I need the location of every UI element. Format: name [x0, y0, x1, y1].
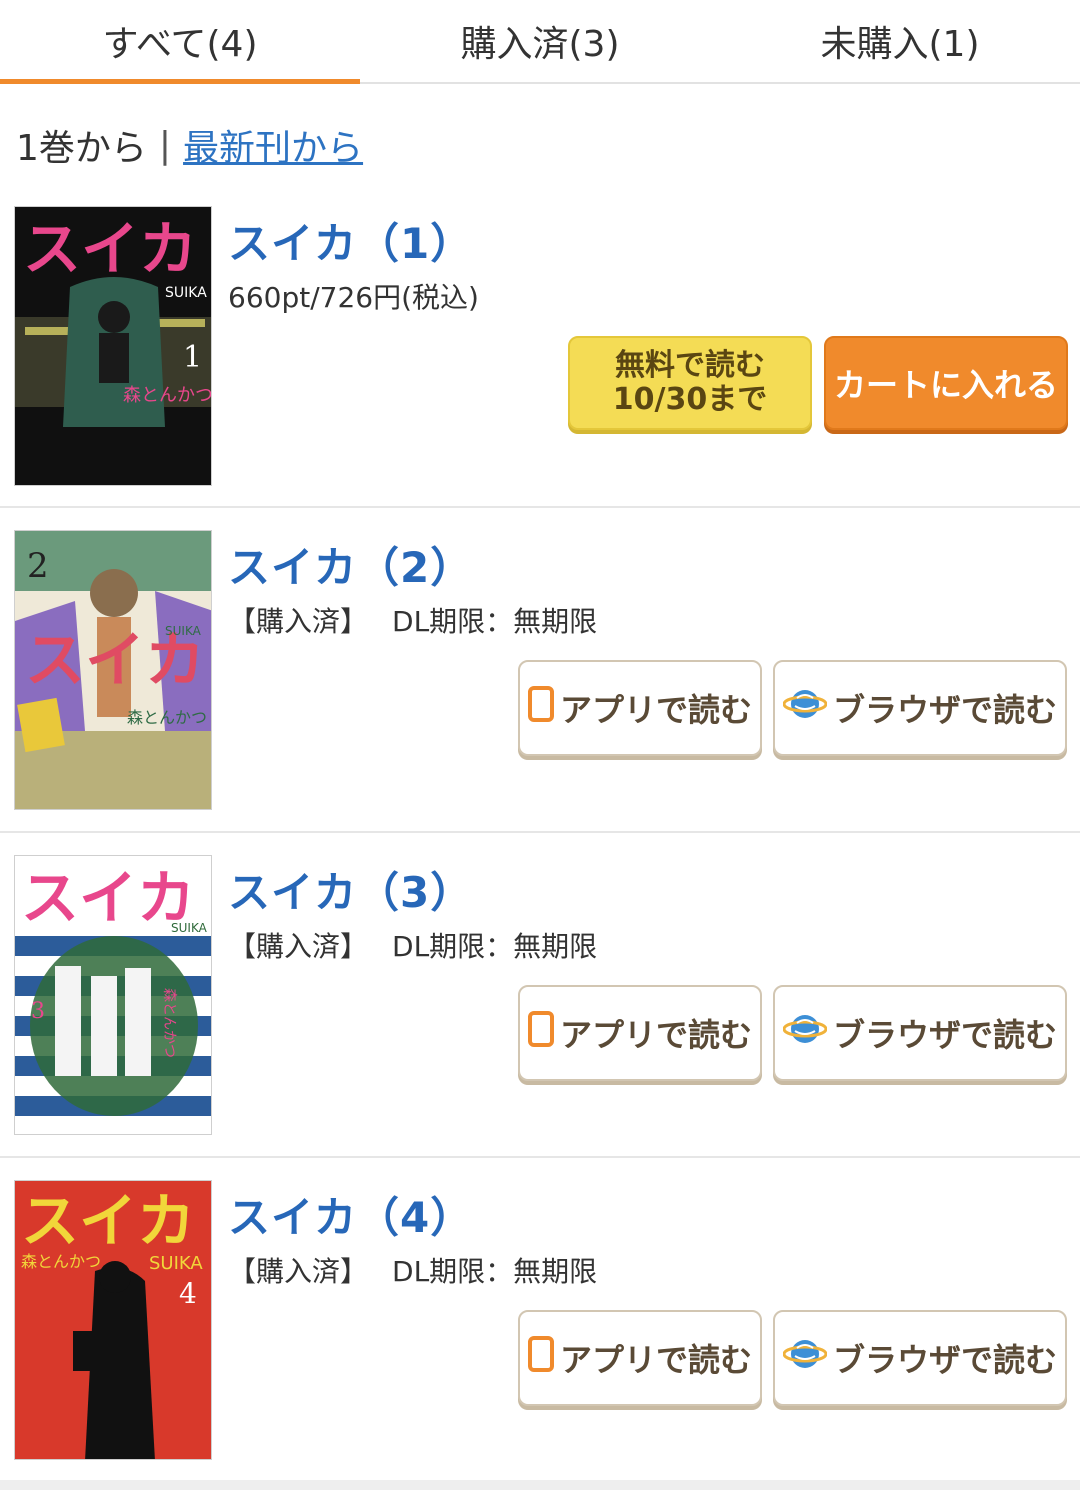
svg-text:森とんかつ: 森とんかつ — [161, 988, 177, 1058]
read-in-app-label: アプリで読む — [559, 691, 752, 729]
svg-text:1: 1 — [183, 340, 202, 375]
add-to-cart-button[interactable]: カートに入れる — [824, 336, 1068, 430]
svg-text:森とんかつ: 森とんかつ — [127, 708, 207, 727]
read-in-browser-button[interactable]: ブラウザで読む — [773, 1310, 1067, 1406]
browser-globe-icon — [782, 1011, 828, 1055]
tab-all[interactable]: すべて(4) — [0, 0, 360, 84]
read-in-browser-button[interactable]: ブラウザで読む — [773, 985, 1067, 1081]
sort-from-latest-link[interactable]: 最新刊から — [183, 119, 363, 171]
read-in-app-label: アプリで読む — [559, 1016, 752, 1054]
dl-limit: DL期限：無期限 — [392, 930, 598, 963]
svg-text:SUIKA: SUIKA — [149, 1253, 203, 1274]
read-in-app-button[interactable]: アプリで読む — [518, 1310, 762, 1406]
volume-item-3: スイカ SUIKA 3 森とんかつ スイカ（3） 【購入済】 DL期限：無期限 ア… — [0, 833, 1080, 1158]
purchase-info: 【購入済】 DL期限：無期限 — [228, 600, 597, 640]
cover-image-vol1[interactable]: スイカ SUIKA 1 森とんかつ — [14, 206, 212, 486]
volume-item-1: スイカ SUIKA 1 森とんかつ スイカ（1） 660pt/726円(税込) … — [0, 190, 1080, 508]
svg-text:SUIKA: SUIKA — [171, 921, 208, 935]
svg-text:2: 2 — [27, 546, 49, 586]
volume-title[interactable]: スイカ（3） — [228, 859, 473, 920]
svg-text:森とんかつ: 森とんかつ — [21, 1252, 101, 1271]
filter-tabs: すべて(4) 購入済(3) 未購入(1) — [0, 0, 1080, 84]
read-in-app-button[interactable]: アプリで読む — [518, 660, 762, 756]
tab-unpurchased[interactable]: 未購入(1) — [720, 0, 1080, 82]
read-in-browser-label: ブラウザで読む — [832, 1341, 1057, 1379]
sort-order: 1巻から | 最新刊から — [16, 120, 363, 170]
svg-text:スイカ: スイカ — [21, 864, 195, 932]
price-label: 660pt/726円(税込) — [228, 281, 479, 314]
dl-limit: DL期限：無期限 — [392, 605, 598, 638]
dl-limit: DL期限：無期限 — [392, 1255, 598, 1288]
tab-purchased[interactable]: 購入済(3) — [360, 0, 720, 82]
cover-image-vol3[interactable]: スイカ SUIKA 3 森とんかつ — [14, 855, 212, 1135]
purchase-info: 【購入済】 DL期限：無期限 — [228, 1250, 597, 1290]
svg-text:3: 3 — [31, 999, 45, 1024]
free-read-deadline: 10/30まで — [612, 382, 768, 417]
purchased-status: 【購入済】 — [228, 930, 369, 963]
svg-text:4: 4 — [179, 1277, 197, 1310]
read-in-browser-label: ブラウザで読む — [832, 1016, 1057, 1054]
svg-text:森とんかつ: 森とんかつ — [123, 385, 212, 406]
volume-item-2: スイカ 2 SUIKA 森とんかつ スイカ（2） 【購入済】 DL期限：無期限 ア… — [0, 508, 1080, 833]
svg-text:スイカ: スイカ — [23, 215, 197, 283]
add-to-cart-label: カートに入れる — [833, 366, 1058, 404]
volume-title[interactable]: スイカ（1） — [228, 210, 473, 271]
cover-image-vol4[interactable]: スイカ 森とんかつ SUIKA 4 — [14, 1180, 212, 1460]
svg-text:SUIKA: SUIKA — [165, 285, 207, 301]
app-tablet-icon — [527, 1336, 554, 1380]
read-in-app-button[interactable]: アプリで読む — [518, 985, 762, 1081]
read-in-browser-label: ブラウザで読む — [832, 691, 1057, 729]
volume-item-4: スイカ 森とんかつ SUIKA 4 スイカ（4） 【購入済】 DL期限：無期限 ア… — [0, 1158, 1080, 1480]
purchased-status: 【購入済】 — [228, 605, 369, 638]
sort-separator: | — [158, 124, 172, 166]
browser-globe-icon — [782, 1336, 828, 1380]
free-read-button[interactable]: 無料で読む 10/30まで — [568, 336, 812, 430]
sort-from-first: 1巻から — [16, 128, 147, 169]
volume-title[interactable]: スイカ（4） — [228, 1184, 473, 1245]
app-tablet-icon — [527, 686, 554, 730]
read-in-app-label: アプリで読む — [559, 1341, 752, 1379]
svg-text:スイカ: スイカ — [21, 1187, 195, 1255]
free-read-label: 無料で読む — [614, 348, 765, 383]
purchased-status: 【購入済】 — [228, 1255, 369, 1288]
app-tablet-icon — [527, 1011, 554, 1055]
volume-title[interactable]: スイカ（2） — [228, 534, 473, 595]
svg-text:SUIKA: SUIKA — [165, 624, 202, 638]
purchase-info: 【購入済】 DL期限：無期限 — [228, 925, 597, 965]
cover-image-vol2[interactable]: スイカ 2 SUIKA 森とんかつ — [14, 530, 212, 810]
list-bottom-divider — [0, 1480, 1080, 1490]
browser-globe-icon — [782, 686, 828, 730]
read-in-browser-button[interactable]: ブラウザで読む — [773, 660, 1067, 756]
